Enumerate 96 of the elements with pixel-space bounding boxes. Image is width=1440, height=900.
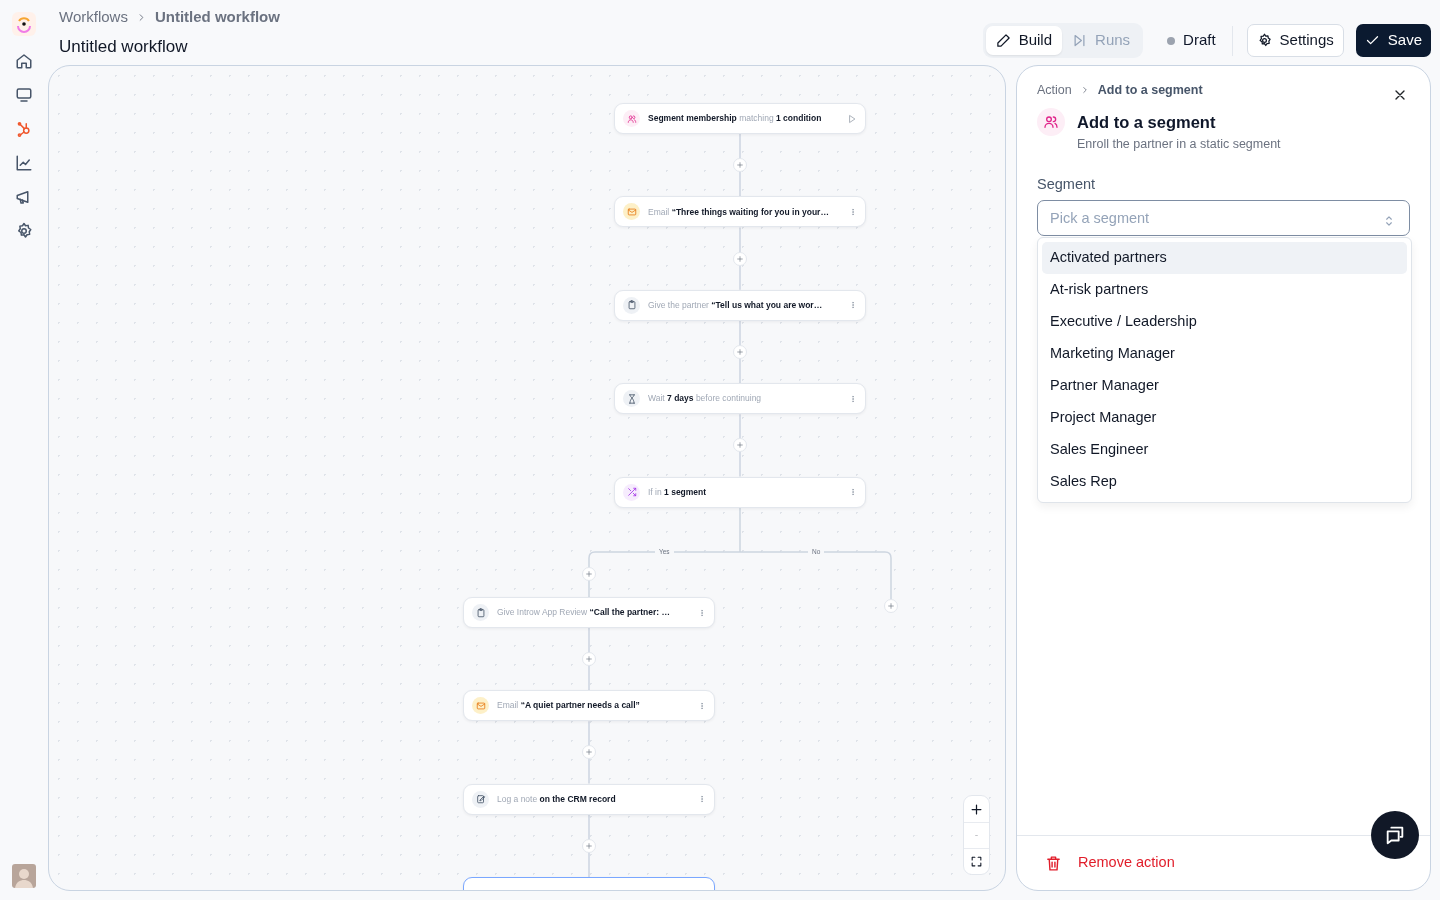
breadcrumb-current: Untitled workflow xyxy=(154,7,280,27)
pencil-icon xyxy=(995,33,1011,48)
kebab-icon xyxy=(698,607,706,618)
chat-button[interactable] xyxy=(1371,811,1419,859)
mode-tab[interactable]: Build xyxy=(985,26,1063,55)
settings-button[interactable]: Settings xyxy=(1246,24,1344,57)
plus-icon xyxy=(585,655,593,664)
network-icon[interactable] xyxy=(15,120,33,138)
settings-icon[interactable] xyxy=(15,222,33,240)
skip-icon xyxy=(1072,33,1088,48)
connector-line xyxy=(739,226,741,291)
step-label: Segment membership matching 1 condition xyxy=(648,112,823,125)
plus-icon xyxy=(585,570,593,578)
people-icon xyxy=(1037,107,1065,136)
dropdown-option[interactable]: Activated partners xyxy=(1042,242,1407,274)
connector-line xyxy=(588,720,590,785)
play-icon xyxy=(847,113,857,124)
chat-icon xyxy=(1384,824,1406,846)
dropdown-option[interactable]: Project Manager xyxy=(1042,402,1407,434)
connector-line xyxy=(739,133,741,198)
shuffle-icon xyxy=(623,483,640,501)
step-label: Give the partner “Tell us what you are wor… xyxy=(648,298,824,312)
status-text: Draft xyxy=(1183,30,1216,51)
remove-action-button[interactable]: Remove action xyxy=(1045,852,1175,874)
add-step-button[interactable] xyxy=(582,838,596,853)
connector-line xyxy=(739,413,741,478)
segment-select[interactable]: Pick a segment xyxy=(1037,200,1410,236)
step-label: Give Introw App Review “Call the partner: … xyxy=(497,606,671,619)
step-node[interactable]: Segment membership matching 1 condition xyxy=(614,103,866,134)
plus-icon xyxy=(969,801,984,817)
plus-icon xyxy=(736,161,744,170)
add-step-button[interactable] xyxy=(582,745,596,760)
breadcrumb-link[interactable]: Action xyxy=(1037,81,1072,100)
envelope-icon xyxy=(472,697,489,715)
add-step-button[interactable] xyxy=(884,599,898,613)
add-step-button[interactable] xyxy=(582,567,596,581)
dropdown-option[interactable]: Sales Rep xyxy=(1042,466,1407,498)
dropdown-option[interactable]: Marketing Manager xyxy=(1042,338,1407,370)
step-node[interactable]: If in 1 segment xyxy=(614,476,866,508)
home-icon[interactable] xyxy=(15,52,33,70)
plus-icon xyxy=(585,841,593,850)
people-icon xyxy=(623,110,640,127)
step-node[interactable]: Email “Three things waiting for you in your… xyxy=(614,196,866,228)
kebab-icon xyxy=(698,794,706,805)
save-button[interactable]: Save xyxy=(1355,24,1431,57)
step-label: Wait 7 days before continuing xyxy=(648,392,763,406)
plus-icon xyxy=(736,254,744,263)
add-step-button[interactable] xyxy=(733,438,747,453)
kebab-icon xyxy=(849,487,857,498)
fit-view-icon xyxy=(970,855,983,868)
step-node[interactable]: Give the partner “Tell us what you are wor… xyxy=(614,289,866,321)
connector-line xyxy=(588,813,590,878)
step-label: Email “Three things waiting for you in your… xyxy=(648,205,830,219)
field-label: Segment xyxy=(1037,175,1097,195)
panel-title: Add to a segment xyxy=(1077,111,1217,133)
plus-icon xyxy=(736,441,744,450)
clipboard-icon xyxy=(472,604,489,621)
step-node[interactable]: Wait 7 days before continuing xyxy=(614,383,866,415)
logo-icon[interactable] xyxy=(12,12,36,36)
dropdown-option[interactable]: Partner Manager xyxy=(1042,370,1407,402)
dropdown-option[interactable]: Executive / Leadership xyxy=(1042,306,1407,338)
trash-icon xyxy=(1045,854,1062,872)
note-icon xyxy=(472,790,489,808)
page-title: Untitled workflow xyxy=(59,35,189,58)
kebab-icon xyxy=(849,393,857,404)
add-step-button[interactable] xyxy=(733,345,747,359)
envelope-icon xyxy=(623,203,640,221)
step-node[interactable]: Give Introw App Review “Call the partner: … xyxy=(463,597,715,628)
panel-subtitle: Enroll the partner in a static segment xyxy=(1077,135,1281,153)
plus-icon xyxy=(887,602,895,610)
kebab-icon xyxy=(849,300,857,311)
status-dot xyxy=(1167,36,1176,45)
add-step-button[interactable] xyxy=(733,158,747,173)
dropdown-option[interactable]: At-risk partners xyxy=(1042,274,1407,306)
step-label: Email “A quiet partner needs a call” xyxy=(497,699,641,713)
add-step-button[interactable] xyxy=(733,251,747,266)
chart-icon[interactable] xyxy=(15,154,33,172)
step-node[interactable]: Email “A quiet partner needs a call” xyxy=(463,690,715,722)
connector-line xyxy=(739,320,741,384)
dropdown-option[interactable]: Sales Engineer xyxy=(1042,434,1407,466)
hourglass-icon xyxy=(623,390,640,408)
step-label: If in 1 segment xyxy=(648,485,708,499)
avatar[interactable] xyxy=(12,864,36,888)
add-step-button[interactable] xyxy=(582,652,596,667)
kebab-icon xyxy=(849,206,857,217)
plus-icon xyxy=(585,748,593,757)
connector-line xyxy=(588,627,590,692)
step-label: Log a note on the CRM record xyxy=(497,792,617,806)
settings-icon xyxy=(1256,33,1272,48)
kebab-icon xyxy=(698,700,706,711)
plus-icon xyxy=(736,348,744,356)
breadcrumb-link[interactable]: Workflows xyxy=(59,6,128,29)
step-node[interactable]: Log a note on the CRM record xyxy=(463,783,715,815)
clipboard-icon xyxy=(623,296,640,314)
breadcrumb-current: Add to a segment xyxy=(1097,82,1203,99)
monitor-icon[interactable] xyxy=(15,86,33,104)
